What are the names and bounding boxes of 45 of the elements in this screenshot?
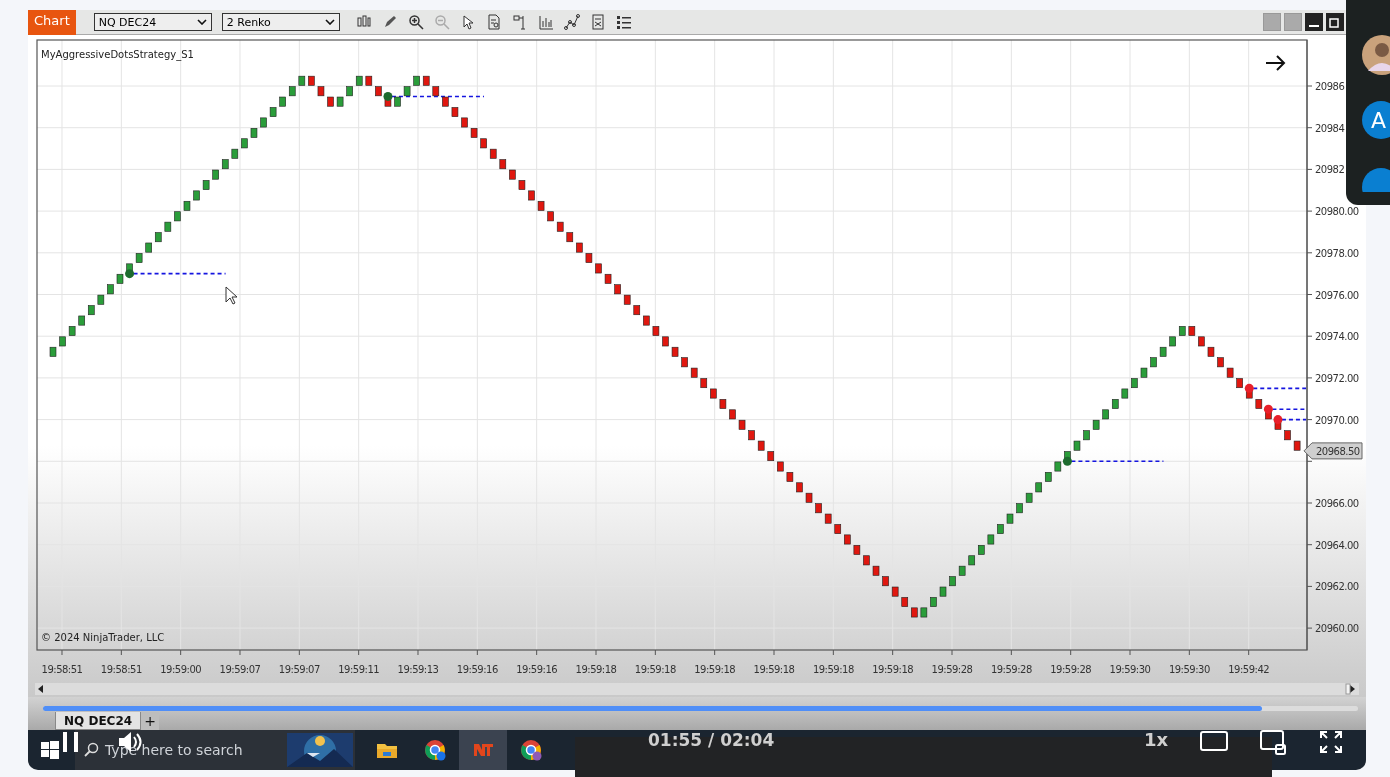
time-label: 19:58:51 (100, 664, 142, 675)
playback-speed-button[interactable]: 1x (1142, 729, 1171, 750)
time-label: 19:59:18 (753, 664, 795, 675)
time-label: 19:59:42 (1228, 664, 1270, 675)
time-label: 19:59:28 (990, 664, 1032, 675)
price-label: 20972.00 (1315, 372, 1359, 384)
time-label: 19:59:18 (575, 664, 617, 675)
price-label: 20970.00 (1315, 414, 1359, 426)
time-label: 19:59:18 (634, 664, 676, 675)
price-label: 20982 (1315, 164, 1345, 176)
price-label: 20962.00 (1315, 581, 1359, 593)
time-label: 19:59:13 (397, 664, 439, 675)
time-label: 19:59:16 (516, 664, 558, 675)
time-label: 19:59:00 (160, 664, 202, 675)
time-label: 19:59:18 (812, 664, 854, 675)
time-label: 19:59:07 (278, 664, 320, 675)
time-label: 19:59:16 (456, 664, 498, 675)
time-label: 19:59:30 (1109, 664, 1151, 675)
last-price-marker: 20968.50 (1303, 442, 1363, 460)
time-label: 19:59:18 (872, 664, 914, 675)
price-label: 20966.00 (1315, 498, 1359, 509)
chart-tab[interactable]: NQ DEC24 (55, 712, 142, 730)
time-label: 19:59:07 (219, 664, 261, 675)
time-label: 19:59:28 (931, 664, 973, 675)
participant-avatar: A (1362, 101, 1390, 139)
strategy-label: MyAggressiveDotsStrategy_S1 (41, 49, 194, 60)
time-label: 19:59:11 (338, 664, 380, 675)
time-label: 19:59:30 (1168, 664, 1210, 675)
price-label: 20964.00 (1315, 539, 1359, 551)
price-label: 20976.00 (1315, 289, 1359, 301)
price-label: 20978.00 (1315, 247, 1359, 259)
time-label: 19:59:18 (694, 664, 736, 675)
price-label: 20986 (1315, 81, 1345, 92)
time-label: 19:58:51 (41, 664, 83, 675)
price-label: 20980.00 (1315, 206, 1359, 218)
price-label: 20960.00 (1315, 623, 1359, 635)
copyright-text: © 2024 NinjaTrader, LLC (41, 632, 165, 643)
taskbar-search-field[interactable]: Type here to search (75, 730, 355, 770)
playback-time: 01:55 / 02:04 (648, 730, 775, 750)
time-label: 19:59:28 (1050, 664, 1092, 675)
bar-type-select[interactable]: 2 Renko (221, 13, 340, 31)
price-label: 20974.00 (1315, 331, 1359, 343)
instrument-select[interactable]: NQ DEC24 (93, 13, 212, 31)
price-label: 20984 (1315, 122, 1345, 134)
chart-title: Chart (28, 10, 76, 35)
